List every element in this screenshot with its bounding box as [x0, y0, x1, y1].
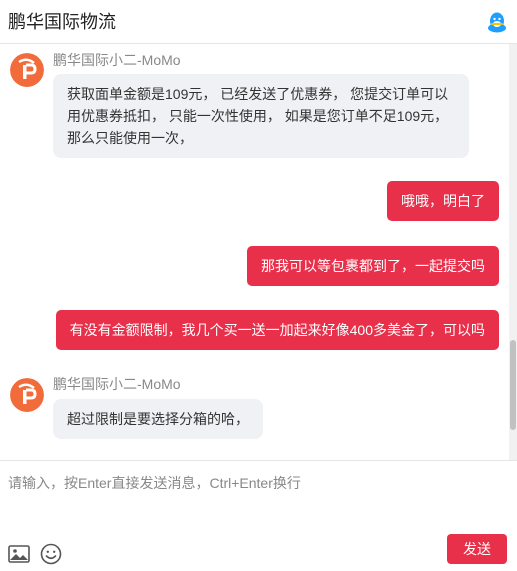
sender-name: 鹏华国际小二-MoMo [53, 376, 181, 392]
emoji-icon[interactable] [40, 543, 62, 565]
incoming-message-bubble: 超过限制是要选择分箱的哈， [53, 399, 263, 439]
message-line: 获取面单金额是109元， 已经发送了优惠券， 您提交订单可以 [67, 86, 449, 102]
message-line: 那么只能使用一次， [67, 130, 193, 146]
chat-header: 鹏华国际物流 [0, 0, 517, 44]
outgoing-message-bubble: 有没有金额限制，我几个买一送一加起来好像400多美金了，可以吗 [55, 310, 499, 350]
scrollbar-thumb[interactable] [510, 340, 516, 430]
message-input[interactable] [0, 461, 517, 531]
agent-avatar [10, 53, 44, 87]
composer: 发送 [0, 460, 517, 571]
sender-name: 鹏华国际小二-MoMo [53, 52, 181, 68]
message-line: 超过限制是要选择分箱的哈， [67, 411, 249, 427]
message-list[interactable]: 鹏华国际小二-MoMo 获取面单金额是109元， 已经发送了优惠券， 您提交订单… [0, 44, 517, 460]
company-logo-icon [10, 378, 44, 412]
agent-avatar [10, 378, 44, 412]
company-logo-icon [10, 53, 44, 87]
outgoing-message-bubble: 哦哦，明白了 [387, 181, 499, 221]
page-title: 鹏华国际物流 [8, 12, 116, 32]
message-line: 用优惠券抵扣， 只能一次性使用， 如果是您订单不足109元， [67, 108, 449, 124]
qq-penguin-icon[interactable] [487, 11, 507, 35]
image-icon[interactable] [8, 543, 30, 565]
send-button[interactable]: 发送 [447, 534, 507, 564]
outgoing-message-bubble: 那我可以等包裹都到了，一起提交吗 [247, 246, 499, 286]
incoming-message-bubble: 获取面单金额是109元， 已经发送了优惠券， 您提交订单可以 用优惠券抵扣， 只… [53, 74, 469, 158]
scrollbar[interactable] [509, 44, 517, 460]
